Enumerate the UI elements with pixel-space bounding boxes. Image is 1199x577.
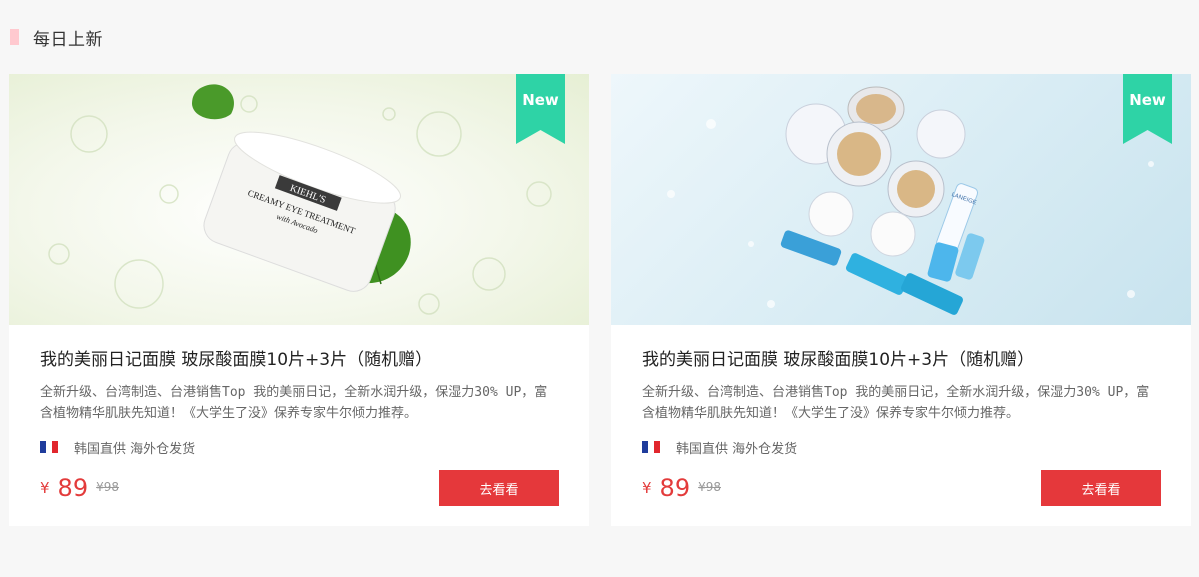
- product-image[interactable]: LANEIGE New: [611, 74, 1191, 325]
- product-description: 全新升级、台湾制造、台港销售Top 我的美丽日记，全新水润升级，保湿力30% U…: [40, 385, 548, 421]
- original-price: ¥98: [698, 480, 721, 494]
- currency-symbol: ¥: [642, 479, 652, 497]
- view-button[interactable]: 去看看: [1041, 470, 1161, 506]
- currency-symbol: ¥: [40, 479, 50, 497]
- product-description: 全新升级、台湾制造、台港销售Top 我的美丽日记，全新水润升级，保湿力30% U…: [642, 385, 1150, 421]
- origin-text: 韩国直供 海外仓发货: [676, 441, 798, 457]
- section-marker: [10, 29, 19, 45]
- origin-text: 韩国直供 海外仓发货: [74, 441, 196, 457]
- france-flag-icon: [642, 441, 660, 453]
- view-button[interactable]: 去看看: [439, 470, 559, 506]
- section-header: 每日上新: [10, 26, 103, 50]
- product-card[interactable]: KIEHL'S CREAMY EYE TREATMENT with Avocad…: [9, 74, 589, 526]
- product-card[interactable]: LANEIGE New 我的美丽日记面膜 玻尿酸面膜10片+3片（随机赠） 全新…: [611, 74, 1191, 526]
- product-illustration: KIEHL'S CREAMY EYE TREATMENT with Avocad…: [48, 84, 552, 315]
- product-image[interactable]: KIEHL'S CREAMY EYE TREATMENT with Avocad…: [9, 74, 589, 325]
- france-flag-icon: [40, 441, 58, 453]
- product-title[interactable]: 我的美丽日记面膜 玻尿酸面膜10片+3片（随机赠）: [642, 348, 1161, 372]
- section-title: 每日上新: [33, 29, 103, 50]
- product-title[interactable]: 我的美丽日记面膜 玻尿酸面膜10片+3片（随机赠）: [40, 348, 559, 372]
- current-price: 89: [659, 474, 691, 502]
- original-price: ¥98: [96, 480, 119, 494]
- current-price: 89: [57, 474, 89, 502]
- product-illustration: LANEIGE: [667, 86, 1154, 315]
